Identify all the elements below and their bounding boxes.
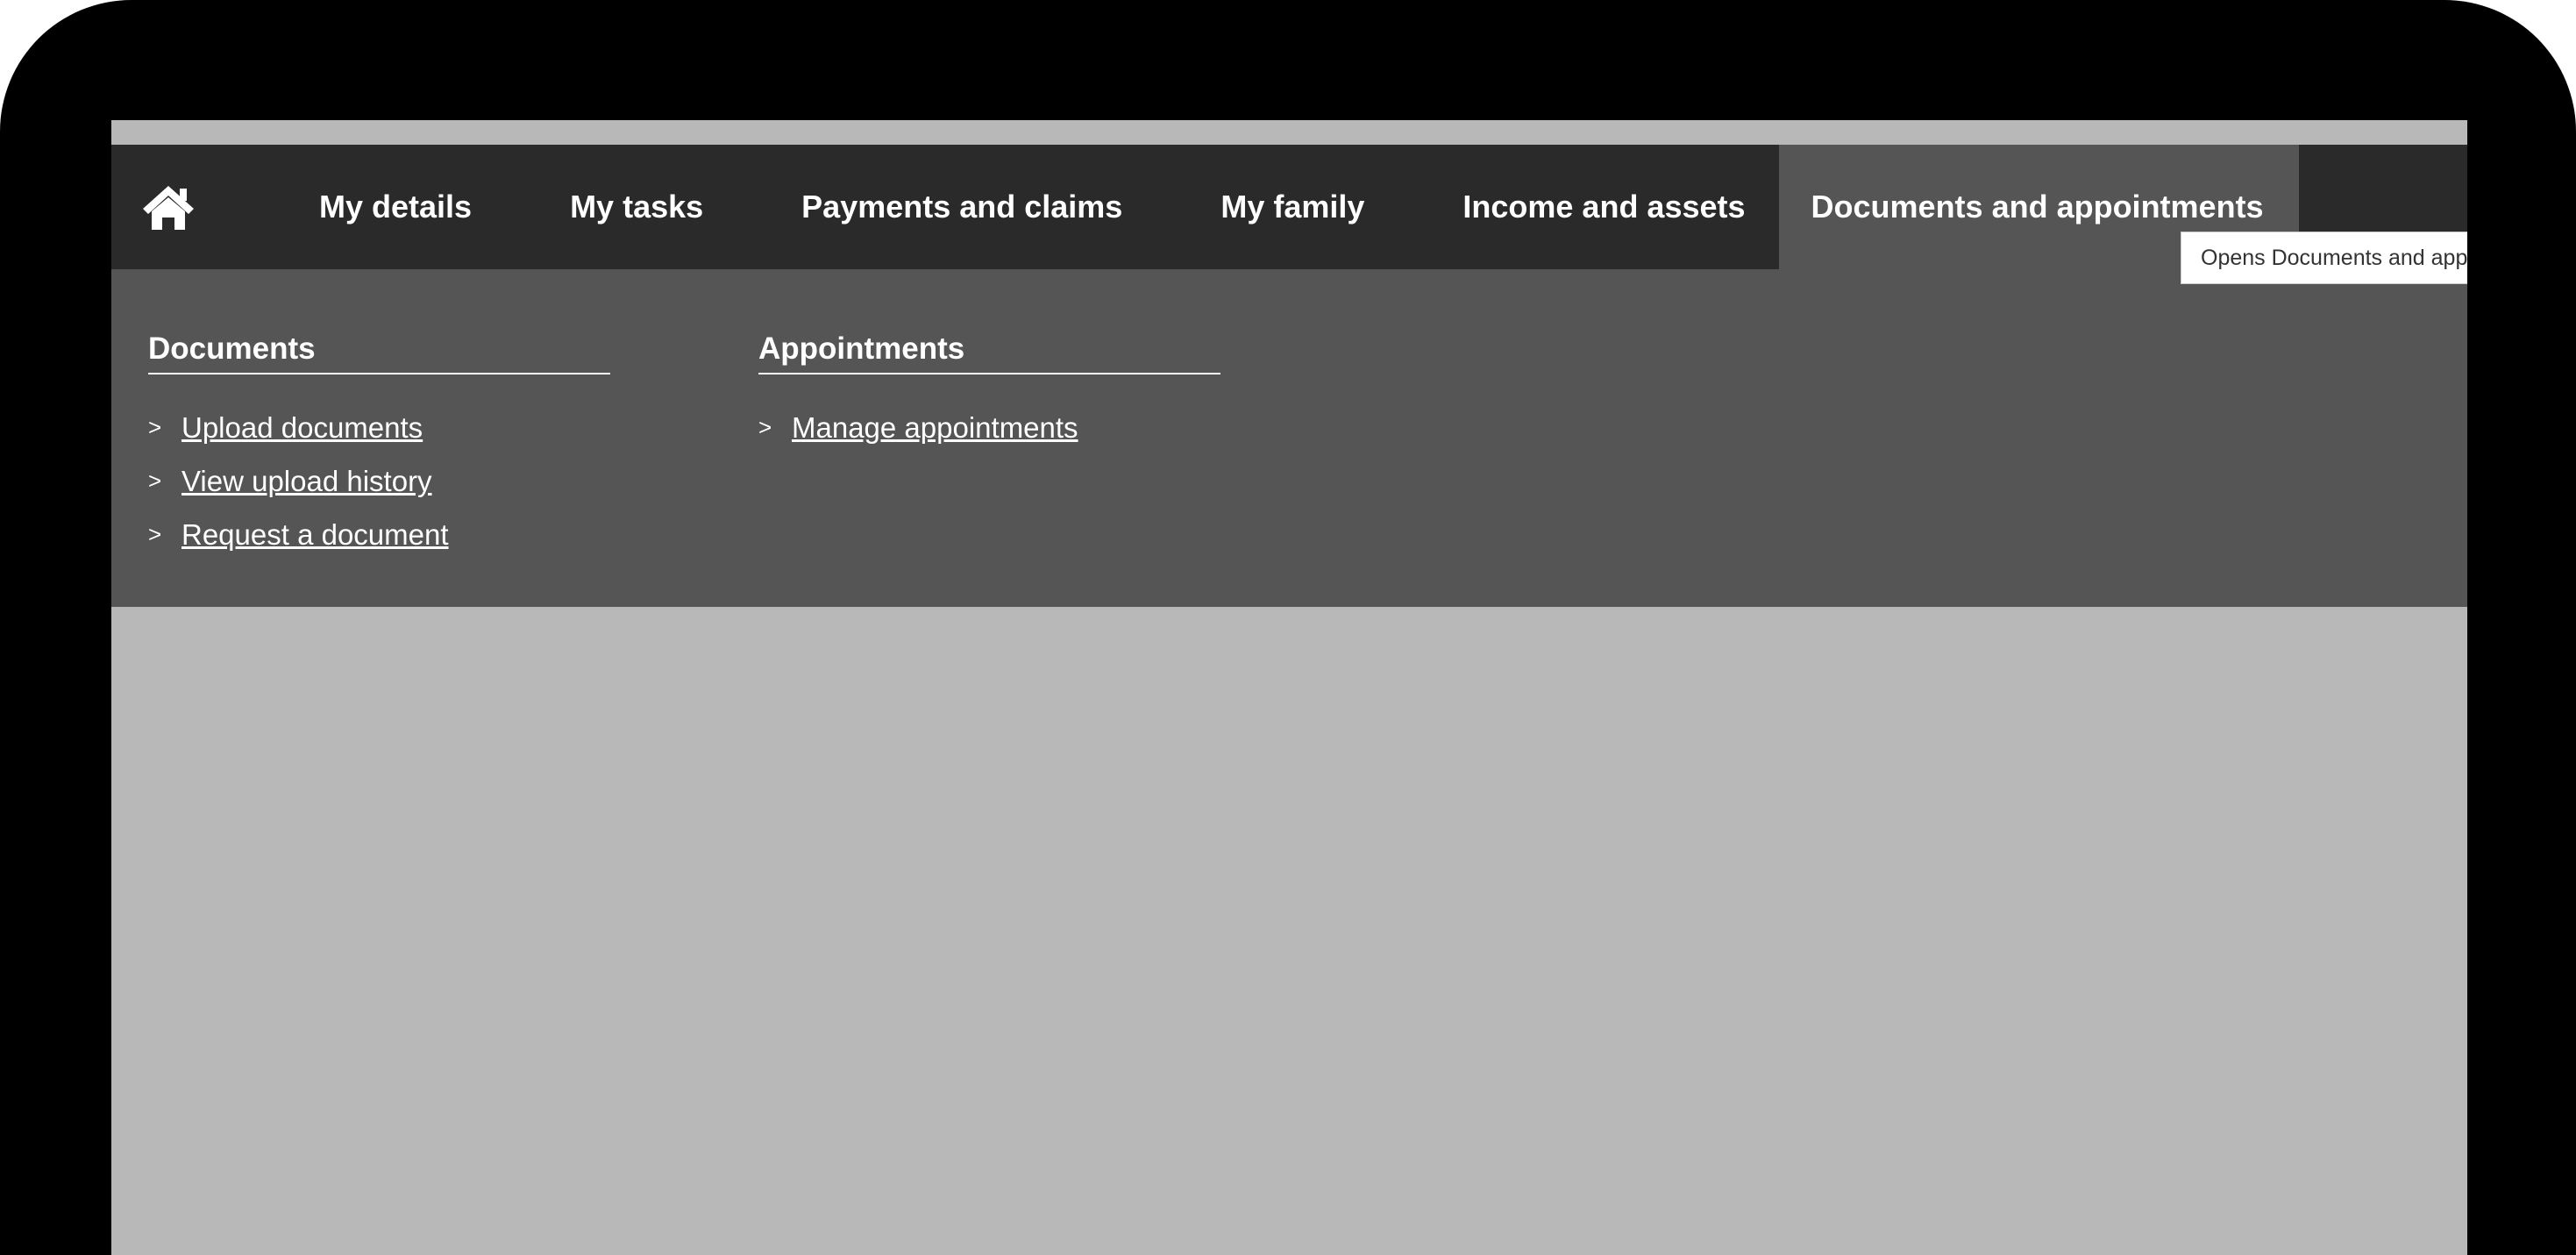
list-item: > Request a document bbox=[148, 508, 610, 561]
nav-label: My tasks bbox=[570, 189, 704, 225]
chevron-right-icon: > bbox=[758, 414, 772, 440]
nav-my-details[interactable]: My details bbox=[225, 145, 521, 269]
top-strip bbox=[111, 120, 2467, 145]
nav-label: Income and assets bbox=[1462, 189, 1746, 225]
list-item: > Upload documents bbox=[148, 401, 610, 454]
nav-label: My details bbox=[319, 189, 473, 225]
appointments-heading: Appointments bbox=[758, 331, 1220, 374]
nav-label: Documents and appointments bbox=[1811, 189, 2264, 225]
home-icon bbox=[139, 182, 197, 232]
documents-heading: Documents bbox=[148, 331, 610, 374]
nav-my-family[interactable]: My family bbox=[1171, 145, 1413, 269]
chevron-right-icon: > bbox=[148, 521, 162, 547]
upload-documents-link[interactable]: Upload documents bbox=[181, 401, 423, 454]
appointments-links: > Manage appointments bbox=[758, 401, 1220, 454]
home-button[interactable] bbox=[111, 145, 225, 269]
device-frame: My details My tasks Payments and claims … bbox=[0, 0, 2576, 1255]
documents-links: > Upload documents > View upload history… bbox=[148, 401, 610, 561]
chevron-right-icon: > bbox=[148, 467, 162, 494]
view-upload-history-link[interactable]: View upload history bbox=[181, 454, 432, 508]
nav-label: My family bbox=[1220, 189, 1365, 225]
main-navigation: My details My tasks Payments and claims … bbox=[111, 145, 2467, 269]
nav-tooltip: Opens Documents and appointments bbox=[2181, 232, 2467, 284]
request-a-document-link[interactable]: Request a document bbox=[181, 508, 449, 561]
appointments-column: Appointments > Manage appointments bbox=[758, 331, 1220, 454]
browser-viewport: My details My tasks Payments and claims … bbox=[111, 120, 2467, 1255]
nav-my-tasks[interactable]: My tasks bbox=[521, 145, 752, 269]
nav-label: Payments and claims bbox=[801, 189, 1123, 225]
mega-menu-dropdown: Documents > Upload documents > View uplo… bbox=[111, 269, 2467, 607]
manage-appointments-link[interactable]: Manage appointments bbox=[792, 401, 1078, 454]
nav-payments-and-claims[interactable]: Payments and claims bbox=[752, 145, 1171, 269]
chevron-right-icon: > bbox=[148, 414, 162, 440]
nav-income-and-assets[interactable]: Income and assets bbox=[1413, 145, 1778, 269]
list-item: > View upload history bbox=[148, 454, 610, 508]
documents-column: Documents > Upload documents > View uplo… bbox=[148, 331, 610, 561]
list-item: > Manage appointments bbox=[758, 401, 1220, 454]
